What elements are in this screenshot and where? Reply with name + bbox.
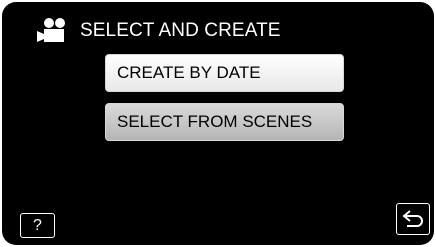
help-button[interactable]: ? [20, 213, 55, 238]
return-arrow-icon [402, 210, 423, 227]
video-camera-icon [37, 18, 65, 42]
lcd-screen: SELECT AND CREATE CREATE BY DATE SELECT … [2, 2, 434, 245]
menu-header: SELECT AND CREATE [36, 17, 281, 45]
help-label: ? [33, 216, 42, 234]
create-by-date-button[interactable]: CREATE BY DATE [105, 54, 344, 92]
back-button[interactable] [396, 203, 430, 235]
page-title: SELECT AND CREATE [80, 20, 281, 41]
select-from-scenes-button[interactable]: SELECT FROM SCENES [105, 103, 344, 141]
